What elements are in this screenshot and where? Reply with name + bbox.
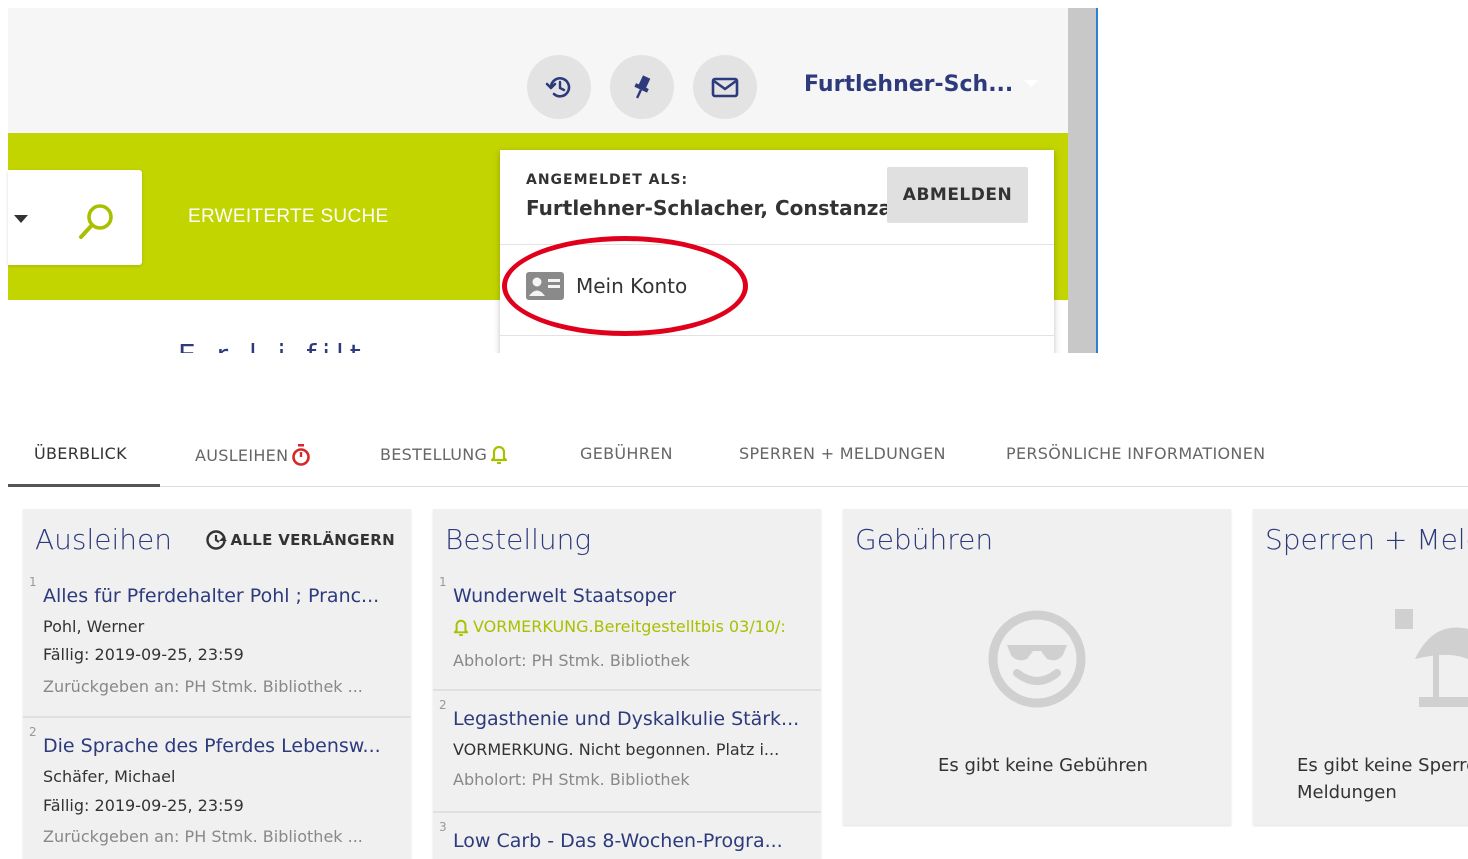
- partial-text: E r l i filt: [178, 338, 367, 353]
- blocks-empty-line2: Meldungen: [1297, 782, 1397, 803]
- return-label: Zurückgeben an:: [43, 827, 180, 846]
- fees-empty-message: Es gibt keine Gebühren: [938, 755, 1148, 776]
- item-author: Pohl, Werner: [43, 617, 145, 636]
- tab-blocks-label: SPERREN + MELDUNGEN: [739, 444, 946, 463]
- tab-personal-info[interactable]: PERSÖNLICHE INFORMATIONEN: [1006, 444, 1265, 463]
- mail-button[interactable]: [693, 55, 757, 119]
- item-title-link[interactable]: Wunderwelt Staatsoper: [453, 585, 803, 607]
- item-number: 3: [439, 820, 447, 834]
- item-title-link[interactable]: Low Carb - Das 8-Wochen-Progra...: [453, 830, 803, 852]
- status-text: VORMERKUNG.Bereitgestelltbis 03/10/:: [473, 617, 786, 636]
- renew-clock-icon: [205, 530, 227, 550]
- logged-in-label: ANGEMELDET ALS:: [526, 172, 689, 188]
- bell-icon: [491, 445, 508, 464]
- divider: [500, 244, 1054, 245]
- tab-overview[interactable]: ÜBERBLICK: [34, 444, 127, 463]
- active-tab-indicator: [8, 484, 160, 487]
- user-menu-dropdown: ANGEMELDET ALS: Furtlehner-Schlacher, Co…: [500, 150, 1054, 353]
- item-number: 1: [29, 575, 37, 589]
- chevron-down-icon: [1024, 80, 1038, 87]
- item-number: 2: [439, 698, 447, 712]
- tab-loans-label: AUSLEIHEN: [195, 445, 289, 465]
- divider: [23, 716, 411, 718]
- tab-overview-label: ÜBERBLICK: [34, 444, 127, 463]
- item-title-link[interactable]: Die Sprache des Pferdes Lebensw...: [43, 735, 393, 757]
- item-return-location: Zurückgeben an: PH Stmk. Bibliothek ...: [43, 827, 393, 846]
- item-title-link[interactable]: Alles für Pferdehalter Pohl ; Pranc...: [43, 585, 393, 607]
- id-card-icon: [526, 272, 564, 300]
- item-status: VORMERKUNG.Bereitgestelltbis 03/10/:: [453, 617, 803, 636]
- renew-all-button[interactable]: ALLE VERLÄNGERN: [205, 529, 395, 551]
- blocks-card-title[interactable]: Sperren + Meldungen: [1265, 523, 1468, 556]
- list-item: 1 Alles für Pferdehalter Pohl ; Pranc...…: [23, 571, 411, 716]
- search-scope-dropdown-icon[interactable]: [14, 215, 28, 223]
- mail-icon: [711, 77, 739, 98]
- pin-button[interactable]: [610, 55, 674, 119]
- tab-fees-label: GEBÜHREN: [580, 444, 673, 463]
- search-icon[interactable]: [74, 200, 118, 244]
- divider: [433, 811, 821, 813]
- item-author: Schäfer, Michael: [43, 767, 176, 786]
- return-place: PH Stmk. Bibliothek ...: [184, 677, 363, 696]
- requests-card: Bestellung 1 Wunderwelt Staatsoper VORME…: [433, 509, 821, 859]
- loans-card-title[interactable]: Ausleihen: [35, 523, 172, 556]
- top-screenshot-crop: Furtlehner-Sch... ERWEITERTE SUCHE E r l…: [0, 0, 1104, 353]
- tab-requests-label: BESTELLUNG: [380, 444, 488, 464]
- return-place: PH Stmk. Bibliothek ...: [184, 827, 363, 846]
- my-account-label: Mein Konto: [576, 274, 688, 298]
- fees-card: Gebühren Es gibt keine Gebühren: [843, 509, 1231, 825]
- blocks-empty-message: Es gibt keine Sperren Meldungen: [1297, 755, 1468, 803]
- blocks-empty-line1: Es gibt keine Sperren: [1297, 755, 1468, 776]
- account-tabs: ÜBERBLICK AUSLEIHEN BESTELLUNG GEBÜHREN …: [8, 432, 1468, 487]
- list-item: 3 Low Carb - Das 8-Wochen-Progra...: [433, 818, 821, 859]
- blocks-card: Sperren + Meldungen Es gibt keine Sperre…: [1253, 509, 1468, 825]
- window-edge: [1096, 8, 1104, 353]
- tab-blocks[interactable]: SPERREN + MELDUNGEN: [739, 444, 946, 463]
- item-title-link[interactable]: Legasthenie und Dyskalkulie Stärk...: [453, 708, 803, 730]
- my-account-menu-item[interactable]: Mein Konto: [526, 272, 687, 300]
- logged-in-user-name: Furtlehner-Schlacher, Constanza: [526, 196, 892, 220]
- list-item: 2 Die Sprache des Pferdes Lebensw... Sch…: [23, 723, 411, 859]
- search-box[interactable]: [8, 170, 142, 265]
- bell-icon: [453, 619, 469, 636]
- tab-loans[interactable]: AUSLEIHEN: [195, 444, 311, 466]
- return-label: Zurückgeben an:: [43, 677, 180, 696]
- scrollbar[interactable]: [1068, 8, 1096, 353]
- pin-icon: [634, 75, 651, 99]
- divider: [433, 689, 821, 691]
- tab-requests[interactable]: BESTELLUNG: [380, 444, 508, 464]
- renew-all-label: ALLE VERLÄNGERN: [230, 531, 395, 549]
- tab-fees[interactable]: GEBÜHREN: [580, 444, 673, 463]
- tab-personal-info-label: PERSÖNLICHE INFORMATIONEN: [1006, 444, 1266, 463]
- logout-button[interactable]: ABMELDEN: [887, 167, 1028, 223]
- fees-card-title[interactable]: Gebühren: [855, 523, 993, 556]
- beach-umbrella-icon: [1395, 609, 1468, 707]
- history-button[interactable]: [527, 55, 591, 119]
- requests-card-title[interactable]: Bestellung: [445, 523, 591, 556]
- history-icon: [545, 77, 571, 98]
- list-item: 2 Legasthenie und Dyskalkulie Stärk... V…: [433, 696, 821, 806]
- item-due-date: Fällig: 2019-09-25, 23:59: [43, 796, 244, 815]
- list-item: 1 Wunderwelt Staatsoper VORMERKUNG.Berei…: [433, 571, 821, 689]
- item-pickup-location: Abholort: PH Stmk. Bibliothek: [453, 651, 690, 670]
- advanced-search-link[interactable]: ERWEITERTE SUCHE: [188, 206, 388, 228]
- loans-card: Ausleihen ALLE VERLÄNGERN 1 Alles für Pf…: [23, 509, 411, 859]
- divider: [500, 335, 1054, 336]
- item-pickup-location: Abholort: PH Stmk. Bibliothek: [453, 770, 690, 789]
- item-number: 1: [439, 575, 447, 589]
- user-menu-toggle[interactable]: Furtlehner-Sch...: [804, 72, 1013, 97]
- item-return-location: Zurückgeben an: PH Stmk. Bibliothek ...: [43, 677, 393, 696]
- item-due-date: Fällig: 2019-09-25, 23:59: [43, 645, 244, 664]
- item-status: VORMERKUNG. Nicht begonnen. Platz i...: [453, 740, 780, 759]
- timer-icon: [292, 444, 311, 466]
- sunglasses-face-icon: [988, 610, 1086, 708]
- item-number: 2: [29, 725, 37, 739]
